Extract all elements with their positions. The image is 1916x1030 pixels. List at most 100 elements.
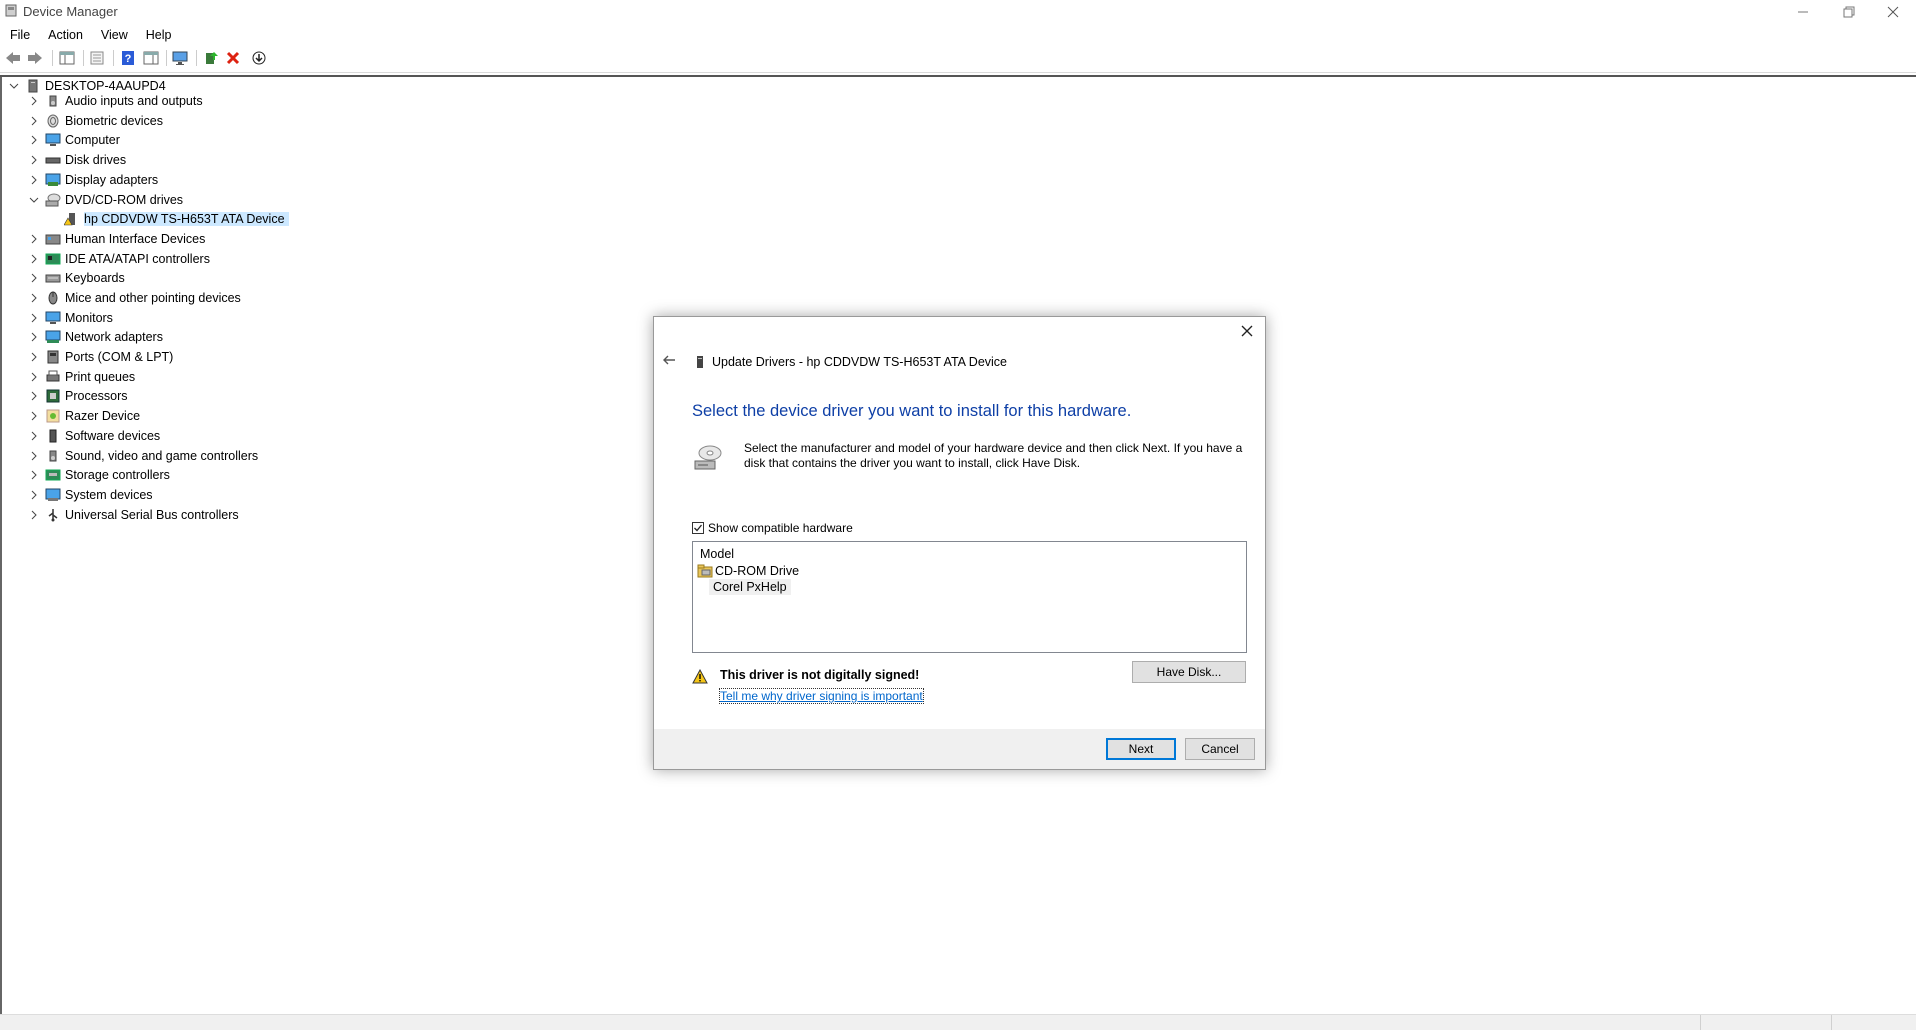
unsigned-warning-text: This driver is not digitally signed!	[720, 668, 920, 682]
tree-category-17[interactable]: Sound, video and game controllers	[28, 447, 258, 465]
chevron-right-icon[interactable]	[28, 509, 40, 521]
chevron-down-icon[interactable]	[8, 80, 20, 92]
chevron-right-icon[interactable]	[28, 115, 40, 127]
status-bar	[0, 1014, 1916, 1030]
chevron-right-icon[interactable]	[28, 272, 40, 284]
help-icon: ?	[122, 51, 134, 65]
dialog-back-button[interactable]	[662, 353, 676, 369]
chevron-right-icon[interactable]	[28, 430, 40, 442]
show-compatible-checkbox[interactable]	[692, 522, 704, 534]
action-pane-icon	[143, 51, 159, 65]
console-tree-icon	[59, 51, 75, 65]
tree-device-selected[interactable]: hp CDDVDW TS-H653T ATA Device	[64, 210, 289, 228]
chevron-right-icon[interactable]	[28, 312, 40, 324]
tree-category-13[interactable]: Print queues	[28, 368, 135, 386]
tree-category-11[interactable]: Network adapters	[28, 328, 163, 346]
tree-category-6[interactable]: Human Interface Devices	[28, 230, 205, 248]
chevron-right-icon[interactable]	[28, 233, 40, 245]
install-download-button[interactable]	[250, 49, 268, 67]
have-disk-button[interactable]: Have Disk...	[1132, 661, 1246, 683]
driver-signing-link[interactable]: Tell me why driver signing is important	[719, 688, 924, 704]
tree-category-label: System devices	[65, 488, 153, 502]
tree-category-16[interactable]: Software devices	[28, 427, 160, 445]
chevron-right-icon[interactable]	[28, 450, 40, 462]
chevron-right-icon[interactable]	[28, 95, 40, 107]
show-compatible-row[interactable]: Show compatible hardware	[692, 521, 853, 535]
tree-category-8[interactable]: Keyboards	[28, 269, 125, 287]
tree-category-label: Network adapters	[65, 330, 163, 344]
storage-controller-icon	[45, 468, 61, 482]
close-button[interactable]	[1870, 0, 1916, 24]
tree-category-label: Print queues	[65, 370, 136, 384]
chevron-right-icon[interactable]	[28, 292, 40, 304]
action-pane-button[interactable]	[142, 49, 160, 67]
chevron-right-icon[interactable]	[28, 489, 40, 501]
forward-button[interactable]	[26, 49, 44, 67]
chevron-right-icon[interactable]	[28, 351, 40, 363]
chevron-down-icon[interactable]	[28, 194, 40, 206]
model-list-item[interactable]: CD-ROM Drive	[697, 564, 799, 578]
tree-category-14[interactable]: Processors	[28, 387, 128, 405]
model-listbox[interactable]: Model CD-ROM Drive Corel PxHelp	[692, 541, 1247, 653]
scan-hardware-button[interactable]	[172, 49, 190, 67]
tree-category-3[interactable]: Disk drives	[28, 151, 126, 169]
chevron-right-icon[interactable]	[28, 174, 40, 186]
chevron-right-icon[interactable]	[28, 469, 40, 481]
menu-file[interactable]: File	[0, 24, 38, 44]
tree-category-label: Human Interface Devices	[65, 232, 206, 246]
cancel-button[interactable]: Cancel	[1185, 738, 1255, 760]
ide-controller-icon	[45, 252, 61, 266]
dialog-description: Select the manufacturer and model of you…	[744, 441, 1243, 470]
update-drivers-dialog: Update Drivers - hp CDDVDW TS-H653T ATA …	[653, 316, 1266, 770]
tree-category-1[interactable]: Biometric devices	[28, 112, 163, 130]
chevron-right-icon[interactable]	[28, 253, 40, 265]
close-icon	[1241, 325, 1253, 337]
tree-category-2[interactable]: Computer	[28, 131, 120, 149]
tree-category-label: Biometric devices	[65, 114, 163, 128]
uninstall-device-button[interactable]	[224, 49, 242, 67]
usb-icon	[45, 508, 61, 522]
tree-category-12[interactable]: Ports (COM & LPT)	[28, 348, 173, 366]
tree-category-19[interactable]: System devices	[28, 486, 153, 504]
window-title: Device Manager	[23, 4, 118, 19]
model-list-item-selected[interactable]: Corel PxHelp	[709, 579, 791, 595]
chevron-right-icon[interactable]	[28, 154, 40, 166]
next-button[interactable]: Next	[1106, 738, 1176, 760]
scan-hardware-icon	[172, 51, 188, 65]
tree-category-0[interactable]: Audio inputs and outputs	[28, 92, 203, 110]
properties-button[interactable]	[88, 49, 106, 67]
tree-category-5[interactable]: DVD/CD-ROM drives	[28, 191, 183, 209]
dialog-close-button[interactable]	[1239, 325, 1255, 341]
tree-category-label: Software devices	[65, 429, 161, 443]
tree-category-label: Universal Serial Bus controllers	[65, 508, 239, 522]
system-device-icon	[45, 488, 61, 502]
tree-category-4[interactable]: Display adapters	[28, 171, 158, 189]
computer-icon	[45, 133, 61, 147]
chevron-right-icon[interactable]	[28, 371, 40, 383]
tree-category-9[interactable]: Mice and other pointing devices	[28, 289, 241, 307]
tree-category-10[interactable]: Monitors	[28, 309, 113, 327]
show-hide-console-tree-button[interactable]	[58, 49, 76, 67]
minimize-button[interactable]	[1780, 0, 1826, 24]
monitor-icon	[45, 311, 61, 325]
network-adapter-icon	[45, 330, 61, 344]
chevron-right-icon[interactable]	[28, 410, 40, 422]
update-driver-button[interactable]	[202, 49, 220, 67]
chevron-right-icon[interactable]	[28, 331, 40, 343]
menu-view[interactable]: View	[91, 24, 136, 44]
tree-category-20[interactable]: Universal Serial Bus controllers	[28, 506, 239, 524]
chevron-right-icon[interactable]	[28, 134, 40, 146]
download-icon	[252, 51, 266, 65]
back-button[interactable]	[4, 49, 22, 67]
menu-help[interactable]: Help	[136, 24, 180, 44]
restore-button[interactable]	[1826, 0, 1872, 24]
dialog-header: Update Drivers - hp CDDVDW TS-H653T ATA …	[694, 355, 1007, 369]
tree-category-7[interactable]: IDE ATA/ATAPI controllers	[28, 250, 210, 268]
model-list-item-label: Corel PxHelp	[713, 580, 787, 594]
tree-category-15[interactable]: Razer Device	[28, 407, 140, 425]
menu-action[interactable]: Action	[38, 24, 91, 44]
chevron-right-icon[interactable]	[28, 390, 40, 402]
help-button[interactable]: ?	[119, 49, 137, 67]
tree-category-18[interactable]: Storage controllers	[28, 466, 170, 484]
tree-category-label: Sound, video and game controllers	[65, 449, 259, 463]
